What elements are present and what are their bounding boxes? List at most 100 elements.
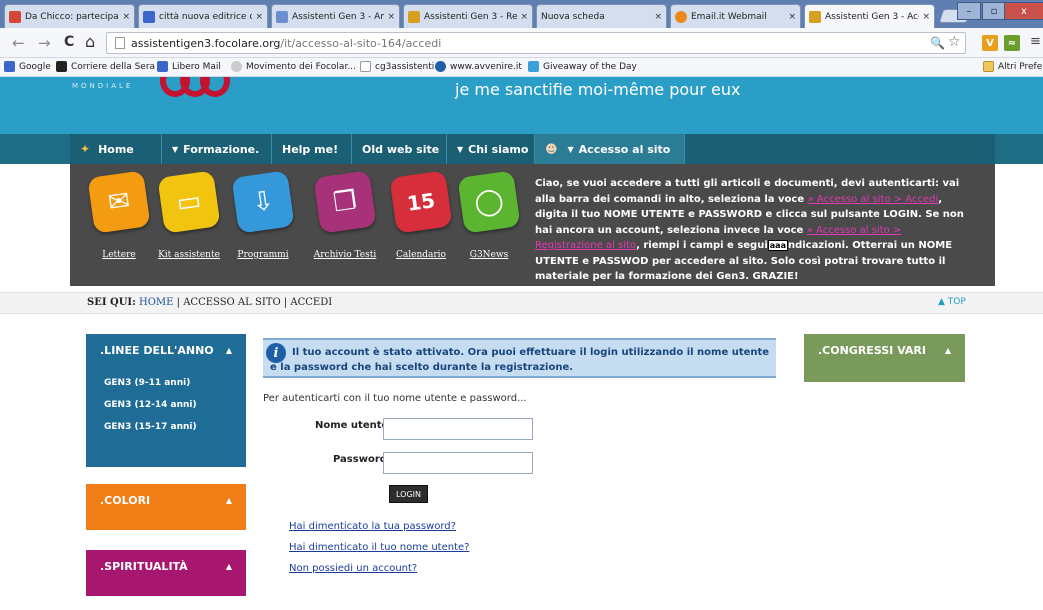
reload-button[interactable]: C: [64, 34, 74, 50]
tile-lettere[interactable]: ✉ Lettere: [84, 170, 154, 260]
bookmark-focolari[interactable]: Movimento dei Focolar...: [231, 61, 356, 72]
tab-title: Email.it Webmail: [691, 11, 767, 22]
password-field[interactable]: [383, 452, 533, 474]
bookmark-cg3assistenti[interactable]: cg3assistenti: [360, 61, 434, 72]
tab-title: Da Chicco: partecipaz: [25, 11, 120, 22]
tile-g3news[interactable]: ◯ G3News: [454, 170, 524, 260]
tab-close-icon[interactable]: ×: [122, 12, 130, 22]
bookmark-label: Corriere della Sera: [71, 61, 156, 72]
bookmark-label: www.avvenire.it: [450, 61, 522, 72]
browser-tab[interactable]: Email.it Webmail ×: [670, 4, 801, 28]
close-window-button[interactable]: x: [1004, 2, 1043, 20]
avvenire-icon: [435, 61, 446, 72]
maximize-button[interactable]: ▫: [982, 2, 1006, 20]
tile-programmi[interactable]: ⇩ Programmi: [228, 170, 298, 260]
bookmark-avvenire[interactable]: www.avvenire.it: [435, 61, 522, 72]
forgot-username-link[interactable]: Hai dimenticato il tuo nome utente?: [289, 542, 469, 553]
tab-close-icon[interactable]: ×: [654, 12, 662, 22]
browser-tab[interactable]: Assistenti Gen 3 - Am ×: [271, 4, 400, 28]
folder-icon: ▭: [157, 170, 221, 234]
chevron-down-icon: ▼: [172, 144, 179, 154]
password-label: Password: [333, 454, 387, 465]
zoom-icon[interactable]: 🔍: [930, 36, 945, 50]
tab-close-icon[interactable]: ×: [255, 12, 263, 22]
module-header[interactable]: .COLORI ▲: [86, 484, 246, 516]
minimize-button[interactable]: –: [957, 2, 981, 20]
back-to-top-link[interactable]: ▲ TOP: [938, 297, 966, 307]
module-link[interactable]: GEN3 (15-17 anni): [86, 416, 246, 438]
chevron-up-icon: ▲: [225, 345, 232, 355]
tile-calendario[interactable]: 15 Calendario: [386, 170, 456, 260]
register-link[interactable]: Non possiedi un account?: [289, 563, 417, 574]
module-link[interactable]: GEN3 (9-11 anni): [86, 372, 246, 394]
libero-icon: [157, 61, 168, 72]
extension-rss-icon[interactable]: ≈: [1004, 35, 1020, 51]
home-button[interactable]: ⌂: [85, 32, 95, 51]
link-accedi[interactable]: » Accesso al sito > Accedi: [808, 194, 939, 205]
url-path: /it/accesso-al-sito-164/accedi: [280, 36, 442, 50]
module-link[interactable]: GEN3 (12-14 anni): [86, 394, 246, 416]
forgot-password-link[interactable]: Hai dimenticato la tua password?: [289, 521, 456, 532]
address-bar[interactable]: assistentigen3.focolare.org /it/accesso-…: [106, 32, 966, 54]
extension-v-icon[interactable]: V: [982, 35, 998, 51]
browser-tab[interactable]: città nuova editrice c ×: [138, 4, 268, 28]
nav-label: Formazione.: [183, 142, 260, 156]
bookmark-google[interactable]: Google: [4, 61, 51, 72]
tile-kit-assistente[interactable]: ▭ Kit assistente: [154, 170, 224, 260]
module-title: .COLORI: [100, 493, 151, 507]
home-nav-icon: ✦: [80, 142, 91, 156]
bookmark-giveaway[interactable]: Giveaway of the Day: [528, 61, 637, 72]
breadcrumb-text: SEI QUI: HOME | ACCESSO AL SITO | ACCEDI: [87, 297, 332, 308]
module-congressi-vari: .CONGRESSI VARI ▲: [804, 334, 965, 382]
browser-tab-active[interactable]: Assistenti Gen 3 - Acc ×: [804, 4, 935, 28]
tile-archivio-testi[interactable]: ❐ Archivio Testi: [310, 170, 380, 260]
nav-formazione[interactable]: ▼ Formazione.: [162, 134, 272, 164]
browser-tab[interactable]: Nuova scheda ×: [536, 4, 667, 28]
module-header[interactable]: .CONGRESSI VARI ▲: [804, 334, 965, 366]
bookmark-libero[interactable]: Libero Mail: [157, 61, 221, 72]
nav-label: Accesso al sito: [578, 142, 671, 156]
activation-notice: i Il tuo account è stato attivato. Ora p…: [263, 338, 776, 378]
nav-bar: ✦ Home ▼ Formazione. Help me! Old web si…: [70, 134, 995, 164]
nav-label: Home: [98, 142, 134, 156]
site-favicon-icon: [408, 10, 420, 23]
google-favicon-icon: [143, 10, 155, 23]
nav-chi-siamo[interactable]: ▼ Chi siamo: [447, 134, 535, 164]
username-field[interactable]: [383, 418, 533, 440]
forward-button[interactable]: →: [38, 34, 51, 52]
breadcrumb-path: | ACCESSO AL SITO | ACCEDI: [176, 297, 333, 308]
nav-help-me[interactable]: Help me!: [272, 134, 352, 164]
bookmark-corriere[interactable]: Corriere della Sera: [56, 61, 155, 72]
username-label: Nome utente: [315, 420, 389, 431]
module-header[interactable]: .SPIRITUALITÀ ▲: [86, 550, 246, 582]
nav-home[interactable]: ✦ Home: [70, 134, 162, 164]
banner-motto: je me sanctifie moi-même pour eux: [455, 80, 741, 99]
bookmark-label: Libero Mail: [172, 61, 221, 72]
back-button[interactable]: ←: [12, 34, 25, 52]
tab-title: Assistenti Gen 3 - Acc: [825, 11, 920, 22]
tab-close-icon[interactable]: ×: [387, 12, 395, 22]
documents-icon: ❐: [313, 170, 377, 234]
tab-close-icon[interactable]: ×: [520, 12, 528, 22]
tile-label: Lettere: [102, 250, 136, 260]
other-bookmarks[interactable]: Altri Preferiti: [983, 61, 1043, 72]
login-button[interactable]: LOGIN: [389, 485, 429, 503]
breadcrumb-home-link[interactable]: HOME: [139, 297, 173, 308]
module-header[interactable]: .LINEE DELL'ANNO ▲: [86, 334, 246, 366]
tab-title: Assistenti Gen 3 - Re: [424, 11, 518, 22]
tab-close-icon[interactable]: ×: [922, 12, 930, 22]
bookmark-label: Altri Preferiti: [998, 61, 1043, 72]
browser-tab[interactable]: Da Chicco: partecipaz ×: [4, 4, 135, 28]
chevron-up-icon: ▲: [225, 561, 232, 571]
nav-accesso-al-sito[interactable]: ☻ ▼ Accesso al sito: [535, 134, 685, 164]
tab-close-icon[interactable]: ×: [788, 12, 796, 22]
bookmark-label: cg3assistenti: [375, 61, 435, 72]
tile-label: Archivio Testi: [313, 250, 377, 260]
bookmark-label: Movimento dei Focolar...: [246, 61, 356, 72]
nav-label: Help me!: [282, 142, 339, 156]
bookmark-star-icon[interactable]: ☆: [948, 34, 961, 50]
menu-icon[interactable]: ≡: [1030, 34, 1041, 49]
nav-old-web-site[interactable]: Old web site: [352, 134, 447, 164]
chevron-up-icon: ▲: [225, 495, 232, 505]
browser-tab[interactable]: Assistenti Gen 3 - Re ×: [403, 4, 533, 28]
